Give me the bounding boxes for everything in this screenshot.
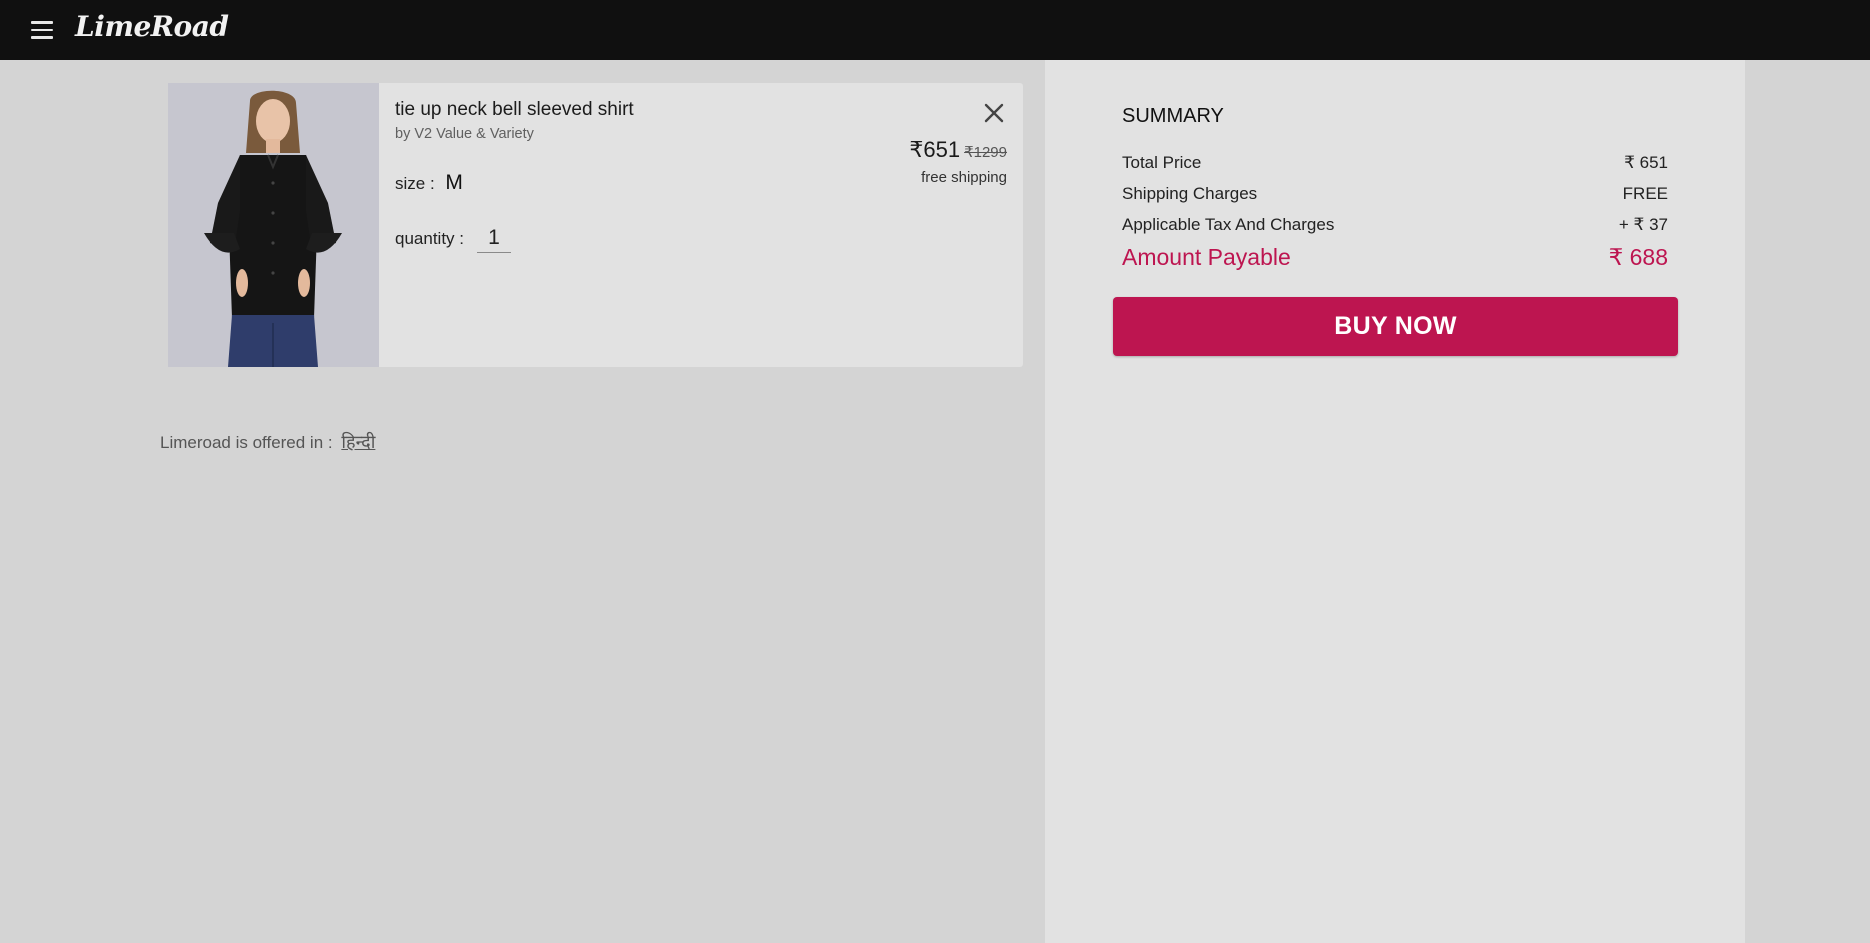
hamburger-menu-icon[interactable]	[29, 18, 55, 42]
product-brand[interactable]: by V2 Value & Variety	[395, 126, 534, 142]
summary-row-value: ₹ 651	[1624, 153, 1668, 172]
quantity-label: quantity :	[395, 229, 464, 248]
top-navbar: LimeRoad	[0, 0, 1870, 60]
size-label: size :	[395, 174, 435, 193]
summary-row-value: + ₹ 37	[1618, 215, 1668, 234]
summary-row-label: Shipping Charges	[1122, 184, 1258, 203]
limeroad-logo[interactable]: LimeRoad	[75, 10, 229, 43]
amount-payable-value: ₹ 688	[1608, 244, 1668, 270]
language-offer: Limeroad is offered in : हिन्दी	[160, 430, 375, 454]
summary-row-shipping: Shipping Charges FREE	[1122, 184, 1668, 204]
hindi-language-link[interactable]: हिन्दी	[341, 432, 375, 452]
amount-payable-label: Amount Payable	[1122, 244, 1291, 270]
price-block: ₹651 ₹1299 free shipping	[909, 137, 1007, 186]
buy-now-button[interactable]: BUY NOW	[1113, 297, 1678, 356]
quantity-input[interactable]	[477, 224, 511, 253]
product-title[interactable]: tie up neck bell sleeved shirt	[395, 99, 634, 121]
size-row: size : M	[395, 171, 463, 195]
summary-row-value: FREE	[1622, 184, 1668, 203]
summary-row-label: Total Price	[1122, 153, 1202, 172]
offered-text: Limeroad is offered in :	[160, 433, 333, 452]
amount-payable-row: Amount Payable ₹ 688	[1122, 244, 1668, 271]
close-icon[interactable]	[980, 99, 1008, 127]
summary-title: SUMMARY	[1122, 105, 1224, 127]
summary-row-tax: Applicable Tax And Charges + ₹ 37	[1122, 215, 1668, 235]
summary-row-total-price: Total Price ₹ 651	[1122, 153, 1668, 173]
original-price: ₹1299	[964, 144, 1007, 161]
current-price: ₹651	[909, 137, 961, 162]
cart-item-card: tie up neck bell sleeved shirt by V2 Val…	[168, 83, 1023, 367]
shipping-note: free shipping	[921, 169, 1007, 186]
size-value[interactable]: M	[445, 171, 463, 194]
product-image[interactable]	[168, 83, 379, 367]
summary-row-label: Applicable Tax And Charges	[1122, 215, 1335, 234]
